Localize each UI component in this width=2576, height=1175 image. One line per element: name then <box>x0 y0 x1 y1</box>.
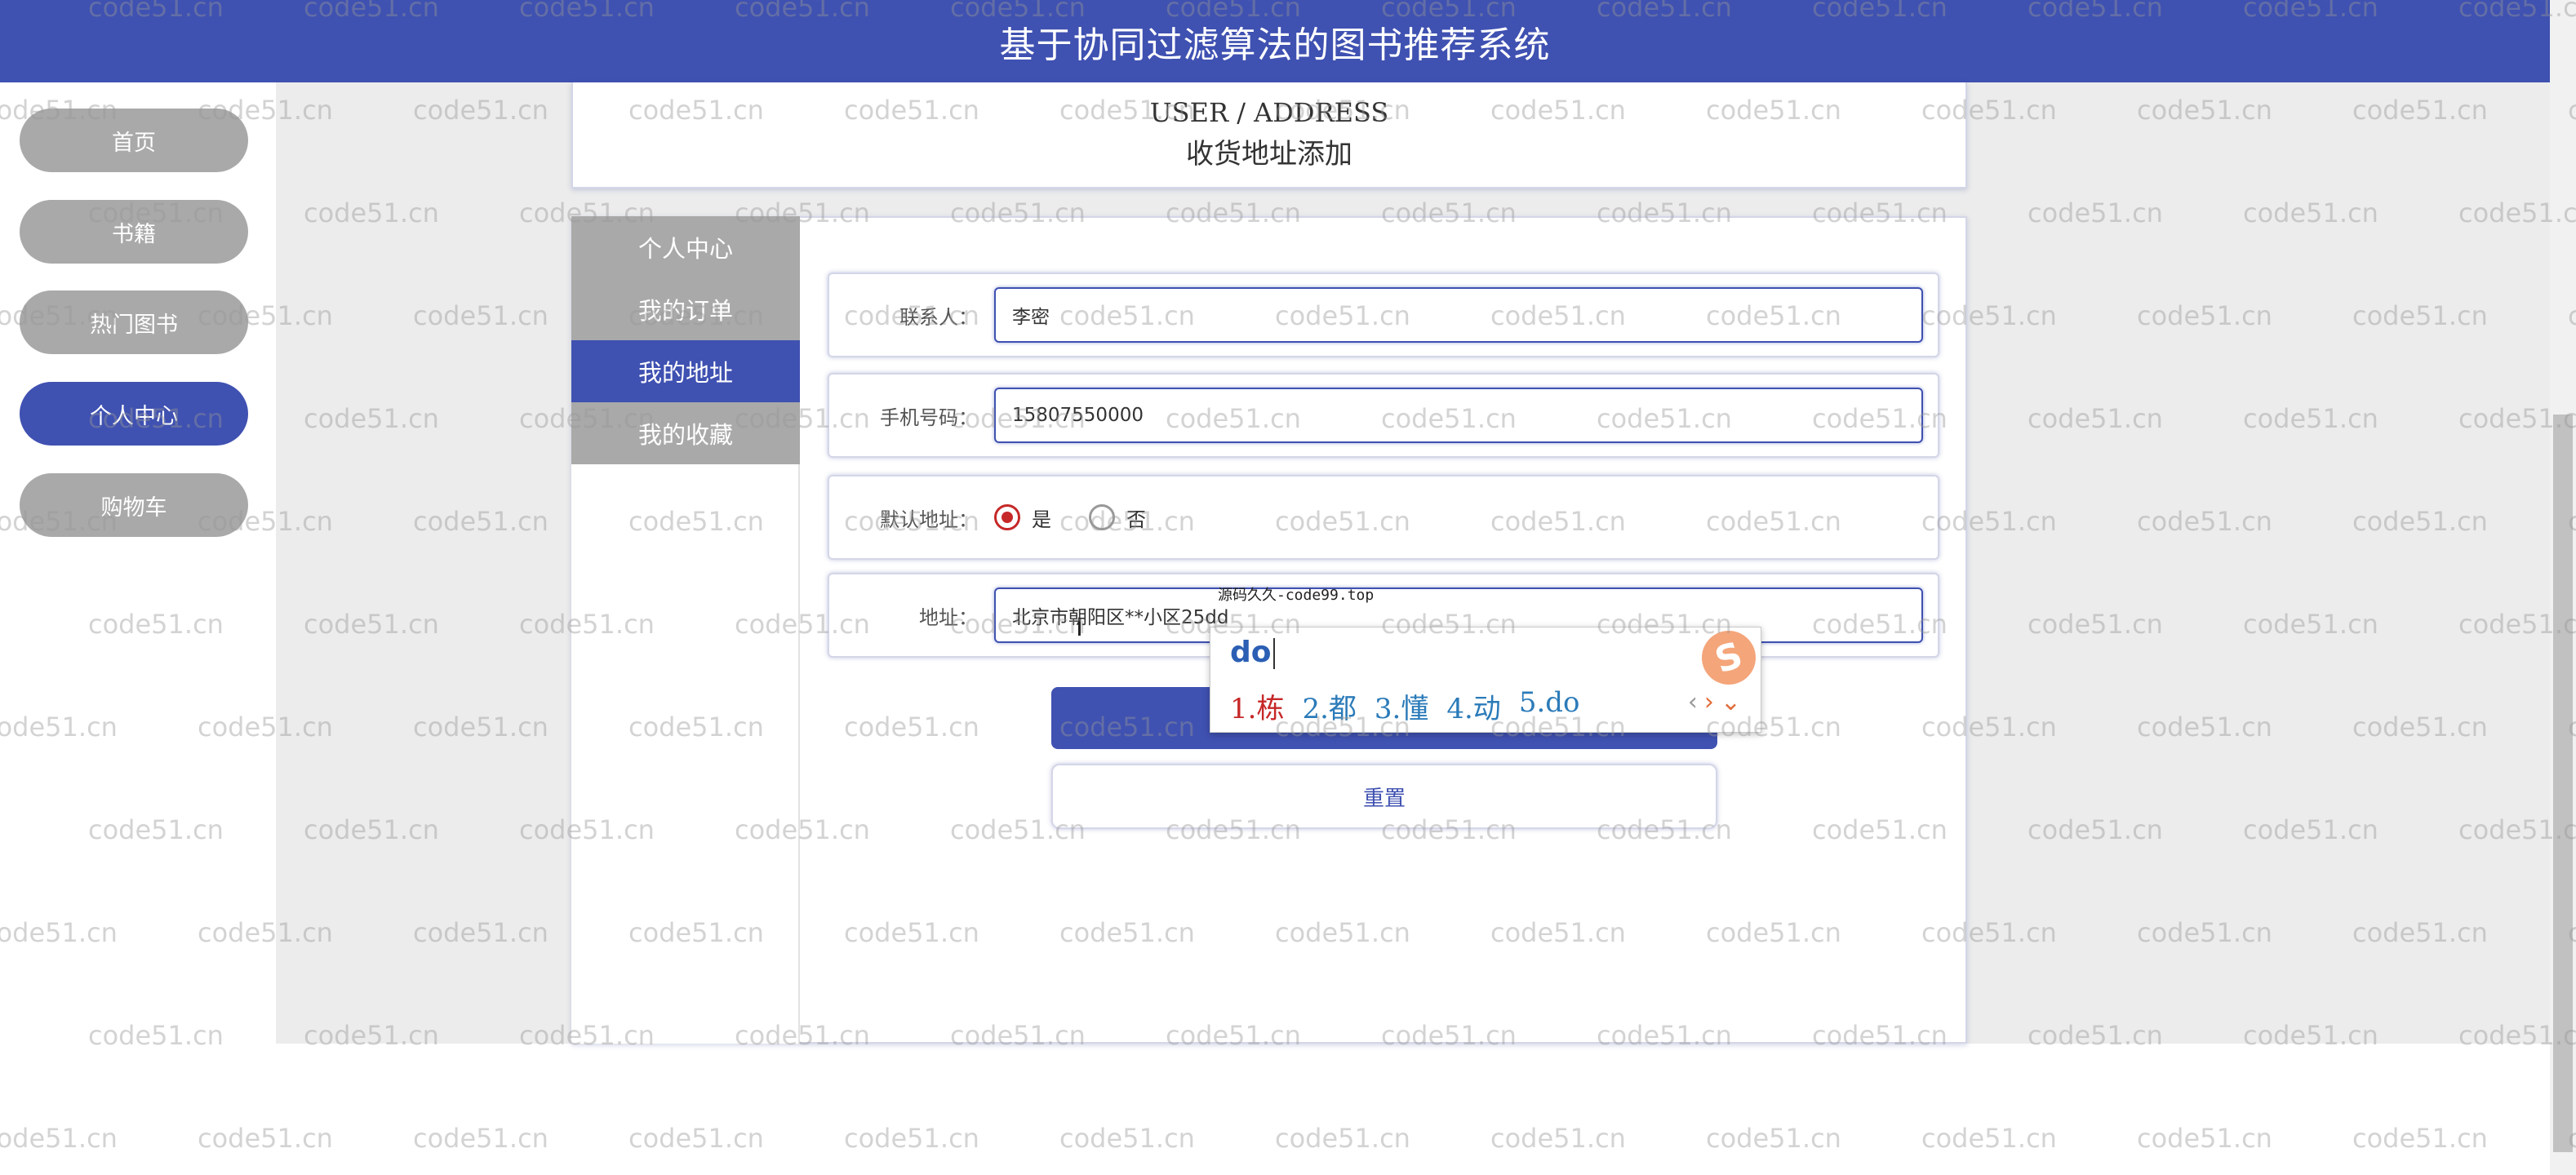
contact-label: 联系人： <box>899 305 978 329</box>
watermark-text: code51.cn <box>1490 1123 1626 1154</box>
default-no-label[interactable]: 否 <box>1126 503 1146 532</box>
ime-composition-text: do <box>1230 636 1272 669</box>
menu-item-my-address[interactable]: 我的地址 <box>571 340 800 402</box>
phone-input[interactable] <box>994 388 1923 443</box>
watermark-text: code51.cn <box>88 1020 224 1051</box>
default-address-radio-group: 是 否 <box>994 477 1184 558</box>
nav-cart-button[interactable]: 购物车 <box>20 473 248 537</box>
default-address-label: 默认地址： <box>880 508 978 531</box>
contact-input[interactable] <box>994 287 1923 343</box>
ime-candidate[interactable]: 4.动 <box>1446 686 1500 726</box>
ime-page-nav: ‹›⌄ <box>1688 688 1748 716</box>
sogou-logo-icon: S <box>1694 623 1763 692</box>
default-address-row: 默认地址： 是 否 <box>828 475 1939 560</box>
default-yes-radio[interactable] <box>994 504 1020 530</box>
ime-composition: do <box>1230 636 1275 669</box>
menu-item-my-orders[interactable]: 我的订单 <box>571 278 800 340</box>
breadcrumb-path: USER / ADDRESS <box>1149 97 1389 128</box>
ime-candidate[interactable]: 5.do <box>1519 686 1580 726</box>
watermark-text: code51.cn <box>0 1123 118 1154</box>
watermark-text: code51.cn <box>2352 1123 2488 1154</box>
nav-home-button[interactable]: 首页 <box>20 109 248 172</box>
nav-personal-center-button[interactable]: 个人中心 <box>20 382 248 446</box>
watermark-text: code51.cn <box>0 712 118 743</box>
ime-candidate-popup: do S 1.栋 2.都 3.懂 4.动 5.do ‹›⌄ <box>1210 623 1763 733</box>
contact-row: 联系人： <box>828 273 1939 357</box>
phone-row: 手机号码： <box>828 373 1939 458</box>
watermark-text: code51.cn <box>0 917 118 948</box>
default-yes-label[interactable]: 是 <box>1032 503 1051 532</box>
watermark-text: code51.cn <box>1275 1123 1410 1154</box>
watermark-text: code51.cn <box>198 1123 333 1154</box>
address-label: 地址： <box>919 605 978 629</box>
watermark-text: code51.cn <box>88 814 224 845</box>
chevron-right-icon[interactable]: › <box>1704 688 1721 716</box>
chevron-left-icon[interactable]: ‹ <box>1688 688 1704 716</box>
default-no-radio[interactable] <box>1089 504 1115 530</box>
reset-button[interactable]: 重置 <box>1051 764 1717 829</box>
nav-books-button[interactable]: 书籍 <box>20 200 248 264</box>
watermark-text: code51.cn <box>2137 1123 2272 1154</box>
chevron-down-icon[interactable]: ⌄ <box>1721 688 1748 716</box>
phone-label: 手机号码： <box>880 406 978 429</box>
ime-hint-text: 源码久久-code99.top <box>1218 587 1375 604</box>
watermark-text: code51.cn <box>1921 1123 2057 1154</box>
watermark-text: code51.cn <box>628 1123 764 1154</box>
text-cursor-icon: I <box>1076 614 1083 642</box>
header-bar: 基于协同过滤算法的图书推荐系统 <box>0 0 2550 82</box>
ime-candidate[interactable]: 2.都 <box>1302 686 1356 726</box>
watermark-text: code51.cn <box>88 609 224 640</box>
menu-item-personal-center[interactable]: 个人中心 <box>571 216 800 278</box>
ime-candidate-list: 1.栋 2.都 3.懂 4.动 5.do <box>1230 686 1598 726</box>
breadcrumb: USER / ADDRESS 收货地址添加 <box>571 82 1967 188</box>
ime-caret <box>1272 638 1275 669</box>
ime-candidate[interactable]: 3.懂 <box>1375 686 1428 726</box>
watermark-text: code51.cn <box>413 1123 549 1154</box>
watermark-text: code51.cn <box>1706 1123 1841 1154</box>
watermark-text: code51.cn <box>1059 1123 1195 1154</box>
scrollbar-thumb[interactable] <box>2553 415 2573 1152</box>
watermark-text: code51.cn <box>844 1123 979 1154</box>
page-title: 收货地址添加 <box>1186 138 1352 171</box>
nav-hot-books-button[interactable]: 热门图书 <box>20 290 248 354</box>
menu-item-my-favorites[interactable]: 我的收藏 <box>571 402 800 464</box>
site-title: 基于协同过滤算法的图书推荐系统 <box>999 24 1551 66</box>
ime-candidate[interactable]: 1.栋 <box>1230 686 1284 726</box>
